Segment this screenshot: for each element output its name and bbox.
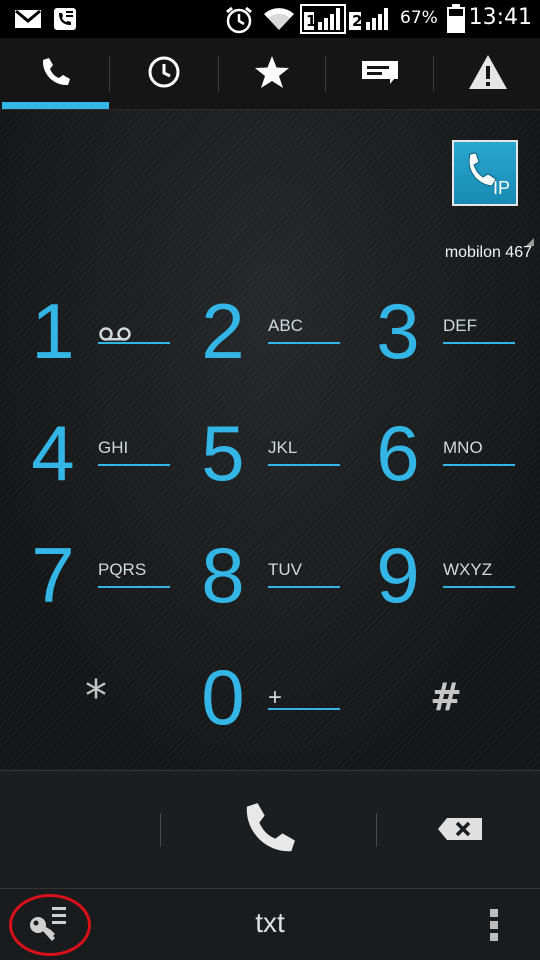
tab-warning[interactable] [434,38,540,110]
overflow-menu-button[interactable] [478,903,512,947]
key-digit: 4 [31,409,75,497]
message-icon [360,57,400,91]
key-letters: ABC [268,316,303,335]
key-5[interactable]: 5 JKL [184,398,344,508]
ip-call-button[interactable]: IP [452,140,518,206]
key-digit: # [430,675,462,719]
action-divider [376,813,377,847]
overflow-menu-icon [490,909,498,945]
key-digit: 0 [201,653,245,741]
clock-icon [147,55,181,93]
key-8[interactable]: 8 TUV [184,520,344,630]
account-selector[interactable]: mobilon 467 [445,244,532,262]
key-letters: JKL [268,438,298,457]
phone-icon [38,54,74,94]
tab-favorites[interactable] [218,38,326,110]
key-6[interactable]: 6 MNO [359,398,519,508]
tab-bar [0,38,540,110]
key-letters: WXYZ [443,560,493,579]
wifi-icon [262,6,296,36]
key-letters: MNO [443,438,483,457]
key-7[interactable]: 7 PQRS [14,520,174,630]
key-digit: 7 [31,531,75,619]
key-hash[interactable]: # [366,642,526,752]
call-button[interactable] [210,789,330,871]
ip-label: IP [492,178,510,198]
clock-time: 13:41 [468,5,532,30]
battery-percent: 67% [400,8,438,28]
sim1-label: 1 [306,12,317,30]
key-digit: 6 [376,409,420,497]
dial-action-bar [0,770,540,888]
key-letters: PQRS [98,560,147,579]
key-star[interactable]: * [16,642,176,752]
sim2-label: 2 [352,12,363,30]
key-4[interactable]: 4 GHI [14,398,174,508]
key-underline [268,586,340,588]
key-underline [443,586,515,588]
warning-icon [467,53,509,95]
key-digit: * [85,671,107,722]
key-digit: 9 [376,531,420,619]
key-underline [443,464,515,466]
tab-call-log[interactable] [110,38,218,110]
txt-button[interactable]: txt [0,907,540,939]
key-digit: 3 [376,287,420,375]
key-2[interactable]: 2 ABC [184,276,344,386]
key-letters: GHI [98,438,129,457]
star-icon [253,54,291,94]
backspace-button[interactable] [420,801,500,861]
key-underline [268,464,340,466]
tab-messages[interactable] [326,38,434,110]
key-underline [98,464,170,466]
tab-phone[interactable] [2,38,110,110]
key-letters: DEF [443,316,477,335]
key-letters: TUV [268,560,302,579]
key-underline [443,342,515,344]
call-icon [238,796,302,864]
backspace-icon [437,817,483,845]
key-9[interactable]: 9 WXYZ [359,520,519,630]
phone-msg-icon [53,7,77,35]
battery-icon [446,4,466,38]
key-digit: 1 [31,287,75,375]
key-underline [268,342,340,344]
key-digit: 2 [201,287,245,375]
key-underline [98,342,170,344]
key-0[interactable]: 0 + [184,642,344,752]
key-3[interactable]: 3 DEF [359,276,519,386]
selected-tab-indicator [2,102,109,109]
bottom-bar: txt [0,888,540,960]
status-bar: 1 2 67% 13:41 [0,0,540,38]
key-digit: 5 [201,409,245,497]
action-divider [160,813,161,847]
key-1[interactable]: 1 [14,276,174,386]
alarm-icon [224,5,254,39]
gmail-icon [14,9,42,33]
key-digit: 8 [201,531,245,619]
key-underline [98,586,170,588]
key-underline [268,708,340,710]
